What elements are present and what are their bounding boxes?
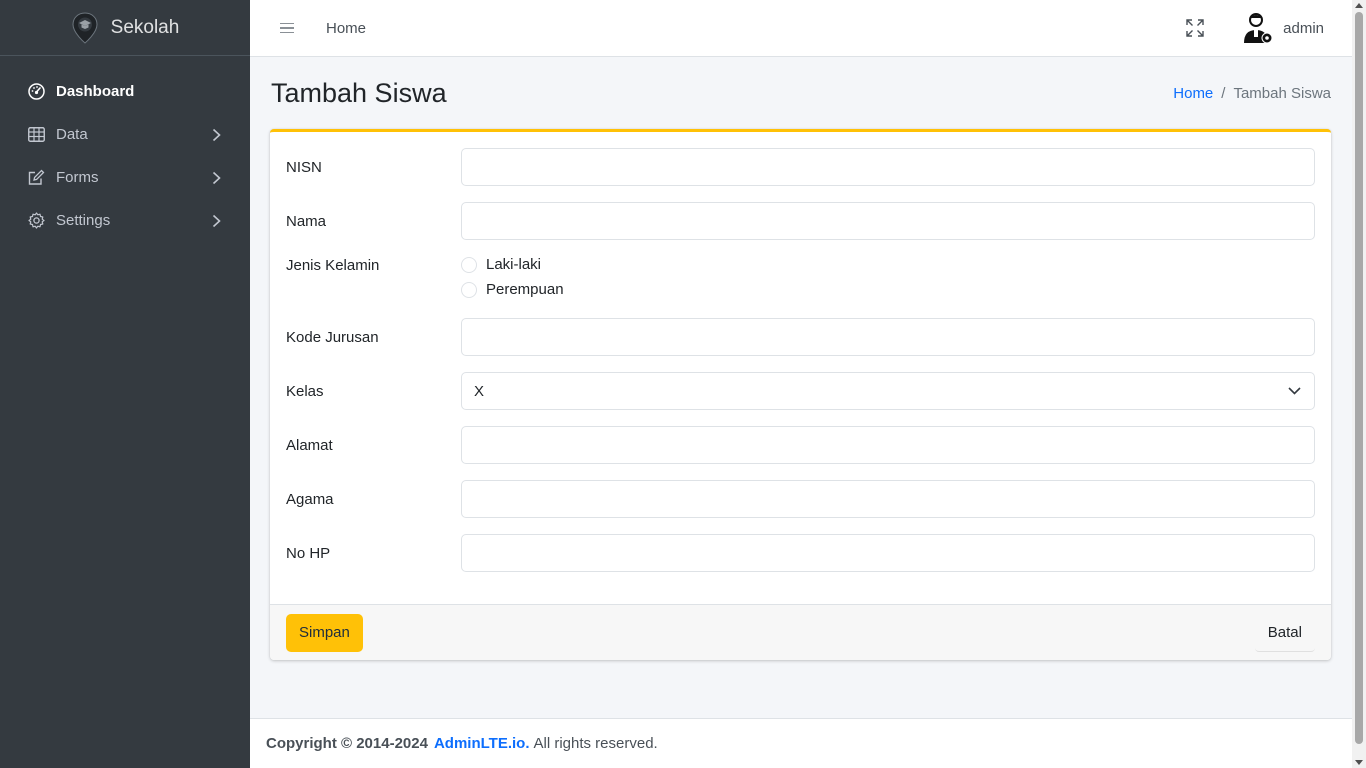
agama-input[interactable] — [461, 480, 1315, 518]
brand-link[interactable]: Sekolah — [0, 0, 250, 56]
alamat-label: Alamat — [286, 436, 333, 454]
brand-name: Sekolah — [110, 16, 180, 38]
radio-button[interactable] — [461, 281, 477, 298]
sidebar-item-label: Data — [56, 126, 88, 143]
nama-input[interactable] — [461, 202, 1315, 240]
form-row-agama: Agama — [286, 480, 1315, 518]
chevron-right-icon — [212, 214, 224, 228]
kode-jurusan-label: Kode Jurusan — [286, 328, 379, 346]
gear-icon — [27, 212, 45, 230]
top-navbar: Home admin — [250, 0, 1352, 57]
chevron-down-icon — [1288, 386, 1302, 396]
form-row-nisn: NISN — [286, 148, 1315, 186]
form-card-body: NISN Nama Jenis Kelamin Laki-laki Peremp… — [270, 132, 1331, 604]
school-pin-icon — [71, 11, 99, 44]
kode-jurusan-input[interactable] — [461, 318, 1315, 356]
form-card-footer: Simpan Batal — [270, 604, 1331, 660]
footer-copyright: Copyright © 2014-2024 — [266, 735, 428, 752]
form-row-kelas: Kelas X — [286, 372, 1315, 410]
simpan-button[interactable]: Simpan — [286, 613, 363, 652]
kelas-selected-value: X — [474, 382, 485, 400]
form-row-kode-jurusan: Kode Jurusan — [286, 318, 1315, 356]
footer-rights: All rights reserved. — [533, 735, 658, 752]
page-scrollbar[interactable] — [1352, 0, 1366, 768]
sidebar-item-data[interactable]: Data — [0, 113, 250, 156]
breadcrumb-current: Tambah Siswa — [1233, 84, 1331, 102]
radio-perempuan[interactable]: Perempuan — [461, 281, 564, 298]
scroll-up-icon[interactable] — [1355, 3, 1363, 8]
radio-label: Laki-laki — [486, 256, 542, 273]
pencil-square-icon — [27, 169, 45, 187]
main-content: Tambah Siswa Home / Tambah Siswa NISN Na… — [250, 57, 1352, 660]
alamat-input[interactable] — [461, 426, 1315, 464]
sidebar-item-label: Forms — [56, 169, 99, 186]
chevron-right-icon — [212, 128, 224, 142]
breadcrumb: Home / Tambah Siswa — [1173, 85, 1331, 102]
radio-label: Perempuan — [486, 281, 564, 298]
kelas-label: Kelas — [286, 382, 324, 400]
top-right-controls: admin — [1185, 11, 1324, 45]
sidebar-item-forms[interactable]: Forms — [0, 156, 250, 199]
batal-button[interactable]: Batal — [1254, 613, 1315, 652]
sidebar-item-label: Settings — [56, 212, 111, 229]
user-name: admin — [1283, 19, 1324, 37]
page-header: Tambah Siswa Home / Tambah Siswa — [250, 57, 1352, 129]
jenis-kelamin-radio-group: Laki-laki Perempuan — [461, 256, 564, 298]
breadcrumb-separator: / — [1221, 84, 1226, 102]
form-row-no-hp: No HP — [286, 534, 1315, 572]
breadcrumb-home-link[interactable]: Home — [1173, 85, 1213, 102]
page-title: Tambah Siswa — [271, 77, 447, 108]
nisn-label: NISN — [286, 158, 322, 176]
form-card: NISN Nama Jenis Kelamin Laki-laki Peremp… — [270, 129, 1331, 660]
sidebar: Sekolah Dashboard Data Forms Settings — [0, 0, 250, 768]
scroll-down-icon[interactable] — [1355, 760, 1363, 765]
sidebar-item-label: Dashboard — [56, 83, 135, 100]
form-row-alamat: Alamat — [286, 426, 1315, 464]
footer-adminlte-link[interactable]: AdminLTE.io. — [434, 735, 530, 752]
radio-button[interactable] — [461, 256, 477, 273]
chevron-right-icon — [212, 171, 224, 185]
sidebar-item-dashboard[interactable]: Dashboard — [0, 70, 250, 113]
user-avatar-icon — [1241, 11, 1275, 45]
table-icon — [27, 126, 45, 144]
sidebar-nav: Dashboard Data Forms Settings — [0, 56, 250, 242]
agama-label: Agama — [286, 490, 334, 508]
nisn-input[interactable] — [461, 148, 1315, 186]
scrollbar-thumb[interactable] — [1355, 12, 1363, 744]
page-footer: Copyright © 2014-2024 AdminLTE.io. All r… — [250, 718, 1352, 768]
jenis-kelamin-label: Jenis Kelamin — [286, 257, 380, 274]
speedometer-icon — [27, 83, 45, 101]
fullscreen-icon[interactable] — [1185, 18, 1205, 38]
user-menu[interactable]: admin — [1241, 11, 1324, 45]
nama-label: Nama — [286, 212, 327, 230]
form-row-nama: Nama — [286, 202, 1315, 240]
no-hp-input[interactable] — [461, 534, 1315, 572]
kelas-select[interactable]: X — [461, 372, 1315, 410]
form-row-jenis-kelamin: Jenis Kelamin Laki-laki Perempuan — [286, 256, 1315, 298]
no-hp-label: No HP — [286, 544, 331, 562]
radio-laki-laki[interactable]: Laki-laki — [461, 256, 564, 273]
menu-toggle-icon[interactable] — [280, 21, 294, 35]
sidebar-item-settings[interactable]: Settings — [0, 199, 250, 242]
top-home-link[interactable]: Home — [326, 20, 366, 37]
